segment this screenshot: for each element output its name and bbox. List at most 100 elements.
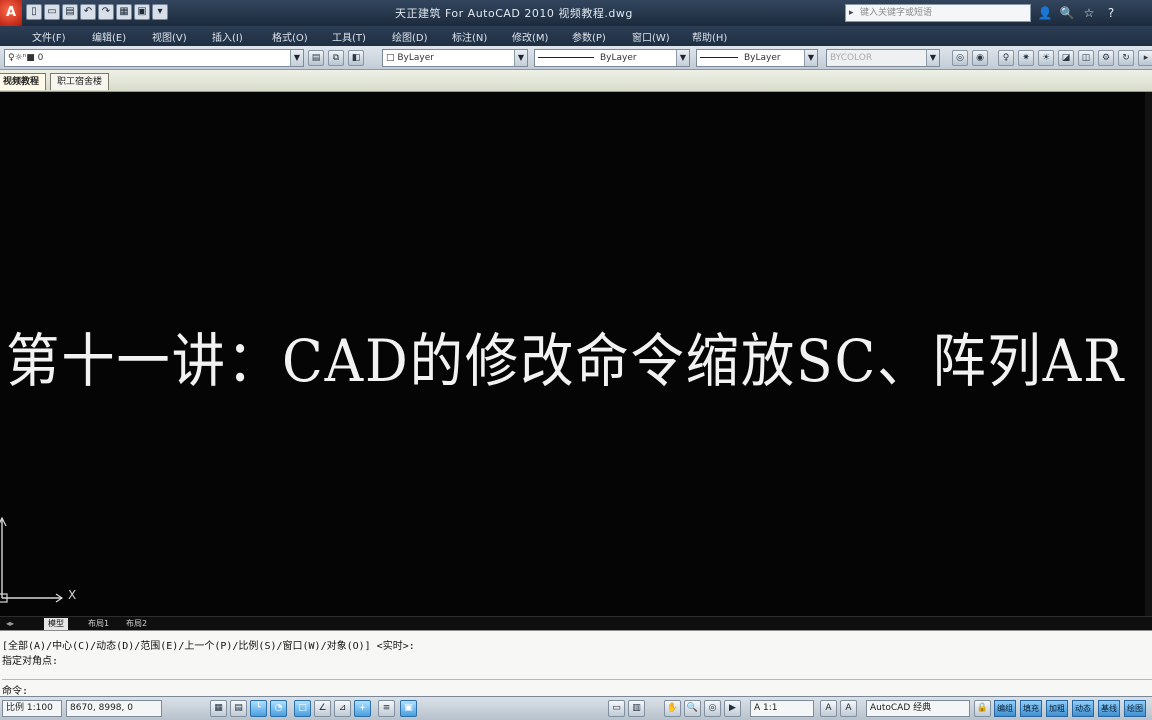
search-icon[interactable]: 🔍 <box>1058 4 1076 22</box>
lecture-title-text: 第十一讲：CAD的修改命令缩放SC、阵列AR <box>6 327 1126 395</box>
toggle-group[interactable]: 编组 <box>994 700 1016 717</box>
display-icon[interactable]: ◉ <box>972 50 988 66</box>
color-value: □ ByLayer <box>386 53 434 63</box>
undo-icon[interactable]: ↶ <box>80 4 96 20</box>
help-search-input[interactable]: 键入关键字或短语 <box>845 4 1031 22</box>
quick-props-icon[interactable]: ▣ <box>400 700 417 717</box>
drawing-canvas[interactable]: 第十一讲：CAD的修改命令缩放SC、阵列AR X <box>0 92 1152 616</box>
otrack-icon[interactable]: ∠ <box>314 700 331 717</box>
toggle-baseline[interactable]: 基线 <box>1098 700 1120 717</box>
layer-previous-icon[interactable]: ◧ <box>348 50 364 66</box>
layout-icon[interactable]: ▥ <box>628 700 645 717</box>
zoom-icon[interactable]: 🔍 <box>684 700 701 717</box>
command-history-line: 指定对角点: <box>2 656 59 667</box>
toggle-fill[interactable]: 填充 <box>1020 700 1042 717</box>
tab-model[interactable]: 模型 <box>44 618 68 630</box>
model-icon[interactable]: ▭ <box>608 700 625 717</box>
customize-qat-icon[interactable]: ▾ <box>152 4 168 20</box>
ortho-icon[interactable]: └ <box>250 700 267 717</box>
layer-properties-icon[interactable]: ▤ <box>308 50 324 66</box>
command-input[interactable]: 命令: <box>2 679 1152 697</box>
chevron-down-icon[interactable]: ▼ <box>926 50 939 66</box>
save-icon[interactable]: ▤ <box>62 4 78 20</box>
settings-icon[interactable]: ✷ <box>1018 50 1034 66</box>
quick-access-toolbar: ▯ ▭ ▤ ↶ ↷ ▦ ▣ ▾ <box>26 4 168 22</box>
layer-state-icon[interactable]: ⧉ <box>328 50 344 66</box>
lineweight-dropdown[interactable]: ByLayer ▼ <box>696 49 818 67</box>
app-menu-button[interactable]: A <box>0 0 22 26</box>
menu-draw[interactable]: 绘图(D) <box>392 29 452 44</box>
star-icon[interactable]: ☆ <box>1080 4 1098 22</box>
color-dropdown[interactable]: □ ByLayer ▼ <box>382 49 528 67</box>
tab-video-tutorial[interactable]: 视频教程 <box>0 73 47 90</box>
scale-display[interactable]: 比例 1:100 <box>2 700 62 717</box>
steering-wheel-icon[interactable]: ◎ <box>704 700 721 717</box>
menu-parametric[interactable]: 参数(P) <box>572 29 632 44</box>
menu-window[interactable]: 窗口(W) <box>632 29 692 44</box>
layer-walk-icon[interactable]: ◫ <box>1078 50 1094 66</box>
lineweight-value: ByLayer <box>744 53 781 63</box>
plotstyle-value: BYCOLOR <box>830 53 873 63</box>
tab-layout1[interactable]: 布局1 <box>84 618 113 630</box>
layer-iso-icon[interactable]: ◪ <box>1058 50 1074 66</box>
redo-icon[interactable]: ↷ <box>98 4 114 20</box>
more-icon[interactable]: ▸ <box>1138 50 1152 66</box>
chevron-down-icon[interactable]: ▼ <box>676 50 689 66</box>
layer-value: ♀☼ⁿ■ 0 <box>8 53 44 63</box>
document-tabs: 视频教程 职工宿舍楼 <box>0 70 1152 92</box>
pan-icon[interactable]: ✋ <box>664 700 681 717</box>
tab-nav-icon[interactable]: ◂▸ <box>2 618 18 630</box>
dyn-icon[interactable]: + <box>354 700 371 717</box>
properties-toolbar: ♀☼ⁿ■ 0 ▼ ▤ ⧉ ◧ □ ByLayer ▼ ByLayer ▼ ByL… <box>0 46 1152 70</box>
coordinate-display: 8670, 8998, 0 <box>66 700 162 717</box>
menu-insert[interactable]: 插入(I) <box>212 29 272 44</box>
lightbulb-icon[interactable]: ♀ <box>998 50 1014 66</box>
workspace-switch[interactable]: AutoCAD 经典 <box>866 700 970 717</box>
menu-view[interactable]: 视图(V) <box>152 29 212 44</box>
layer-dropdown[interactable]: ♀☼ⁿ■ 0 ▼ <box>4 49 304 67</box>
lineweight-icon[interactable]: ≡ <box>378 700 395 717</box>
refresh-icon[interactable]: ↻ <box>1118 50 1134 66</box>
plot-icon[interactable]: ▦ <box>116 4 132 20</box>
menu-tools[interactable]: 工具(T) <box>332 29 392 44</box>
menu-dimension[interactable]: 标注(N) <box>452 29 512 44</box>
user-icon[interactable]: 👤 <box>1036 4 1054 22</box>
command-window: [全部(A)/中心(C)/动态(D)/范围(E)/上一个(P)/比例(S)/窗口… <box>0 630 1152 697</box>
chevron-down-icon[interactable]: ▼ <box>290 50 303 66</box>
snap-icon[interactable]: ▦ <box>210 700 227 717</box>
plotstyle-dropdown[interactable]: BYCOLOR ▼ <box>826 49 940 67</box>
lock-icon[interactable]: 🔒 <box>974 700 991 717</box>
polar-icon[interactable]: ◔ <box>270 700 287 717</box>
auto-scale-icon[interactable]: A <box>840 700 857 717</box>
help-icon[interactable]: ? <box>1102 4 1120 22</box>
chevron-down-icon[interactable]: ▼ <box>514 50 527 66</box>
chevron-down-icon[interactable]: ▼ <box>804 50 817 66</box>
menu-file[interactable]: 文件(F) <box>32 29 92 44</box>
annotation-scale[interactable]: A 1:1 <box>750 700 814 717</box>
tab-staff-dormitory[interactable]: 职工宿舍楼 <box>50 73 110 90</box>
grid-icon[interactable]: ▤ <box>230 700 247 717</box>
lamp-icon[interactable]: ☀ <box>1038 50 1054 66</box>
menu-help[interactable]: 帮助(H) <box>692 29 752 44</box>
osnap-icon[interactable]: □ <box>294 700 311 717</box>
menu-modify[interactable]: 修改(M) <box>512 29 572 44</box>
linetype-dropdown[interactable]: ByLayer ▼ <box>534 49 690 67</box>
toggle-draw[interactable]: 绘图 <box>1124 700 1146 717</box>
ducs-icon[interactable]: ⊿ <box>334 700 351 717</box>
gear-icon[interactable]: ⚙ <box>1098 50 1114 66</box>
tab-layout2[interactable]: 布局2 <box>122 618 151 630</box>
command-history-line: [全部(A)/中心(C)/动态(D)/范围(E)/上一个(P)/比例(S)/窗口… <box>2 641 415 652</box>
toggle-dynamic[interactable]: 动态 <box>1072 700 1094 717</box>
annotation-visibility-icon[interactable]: A <box>820 700 837 717</box>
showmotion-icon[interactable]: ▶ <box>724 700 741 717</box>
publish-icon[interactable]: ▣ <box>134 4 150 20</box>
view-icon[interactable]: ◎ <box>952 50 968 66</box>
new-file-icon[interactable]: ▯ <box>26 4 42 20</box>
menu-format[interactable]: 格式(O) <box>272 29 332 44</box>
open-file-icon[interactable]: ▭ <box>44 4 60 20</box>
layout-tabs: ◂▸ 模型 布局1 布局2 <box>0 616 1152 630</box>
toggle-bold[interactable]: 加粗 <box>1046 700 1068 717</box>
vertical-scrollbar[interactable] <box>1145 92 1152 616</box>
ucs-icon <box>0 516 64 603</box>
menu-edit[interactable]: 编辑(E) <box>92 29 152 44</box>
